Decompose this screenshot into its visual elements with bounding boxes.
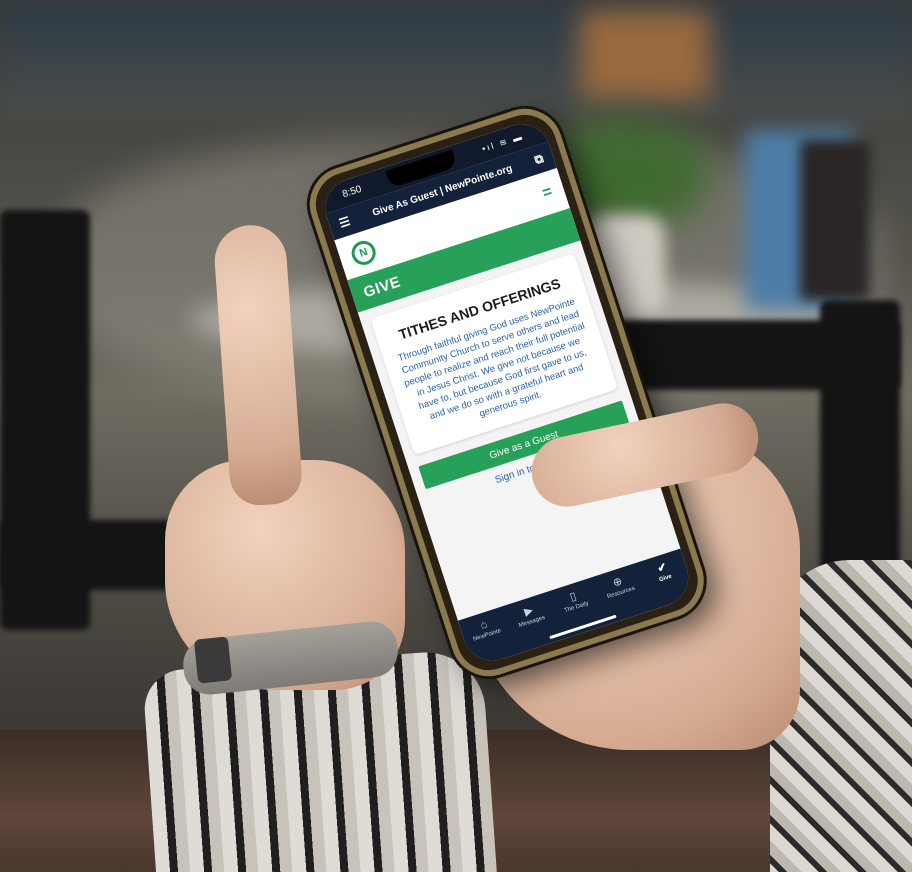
watch-buckle <box>193 636 233 684</box>
home-indicator[interactable] <box>549 614 617 640</box>
home-icon: ⌂ <box>478 618 489 632</box>
book-icon: ▯ <box>568 590 578 604</box>
background-wood-panel <box>580 10 710 100</box>
tab-label: The Daily <box>563 600 590 615</box>
tab-give[interactable]: ✔ Give <box>641 555 686 587</box>
background-sign-dark <box>800 140 870 300</box>
site-menu-icon[interactable]: = <box>540 183 554 203</box>
tab-label: NewPointe <box>472 628 503 643</box>
tab-resources[interactable]: ⊕ Resources <box>597 570 642 602</box>
newpointe-logo-icon[interactable]: N <box>348 237 379 269</box>
tab-label: Give <box>658 573 673 584</box>
tab-label: Messages <box>518 614 547 629</box>
tab-messages[interactable]: ▶ Messages <box>508 599 553 631</box>
hamburger-menu-icon[interactable]: ☰ <box>337 214 352 231</box>
tab-the-daily[interactable]: ▯ The Daily <box>552 584 597 616</box>
give-icon: ✔ <box>655 560 669 576</box>
photo-scene: 8:50 •ıl ≋ ▬ ☰ Give As Guest | NewPointe… <box>0 0 912 872</box>
tab-newpointe[interactable]: ⌂ NewPointe <box>463 613 507 644</box>
play-icon: ▶ <box>522 604 535 619</box>
cast-icon[interactable]: ⧉ <box>533 151 546 168</box>
globe-icon: ⊕ <box>611 575 624 590</box>
status-time: 8:50 <box>340 183 363 200</box>
background-window <box>0 0 912 120</box>
tab-label: Resources <box>606 585 636 601</box>
phone-wrapper: 8:50 •ıl ≋ ▬ ☰ Give As Guest | NewPointe… <box>300 99 714 686</box>
